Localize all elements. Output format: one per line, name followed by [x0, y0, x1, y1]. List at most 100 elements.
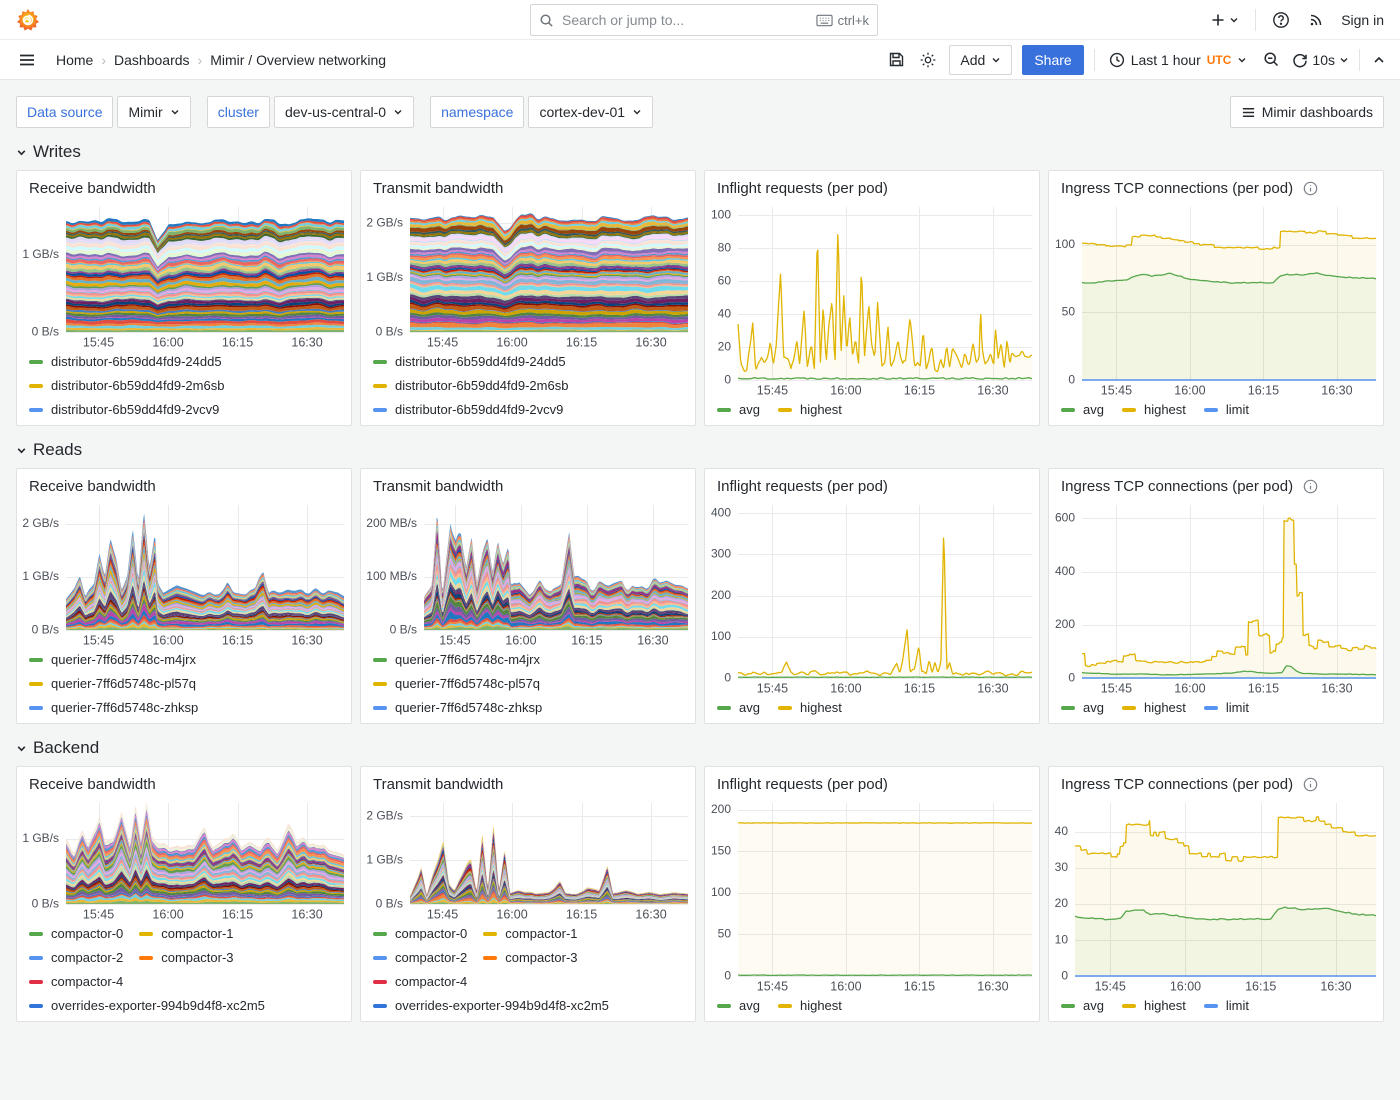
chart-canvas[interactable] — [361, 199, 695, 352]
legend-label: avg — [1083, 998, 1104, 1013]
breadcrumb-dashboards[interactable]: Dashboards — [114, 52, 190, 68]
section-title: Backend — [33, 738, 99, 758]
chart-canvas[interactable] — [361, 795, 695, 924]
cluster-select[interactable]: dev-us-central-0 — [274, 96, 414, 128]
legend-item[interactable]: compactor-2 — [373, 950, 467, 965]
legend: compactor-0 compactor-1 compactor-2 comp… — [17, 924, 351, 1021]
collapse-toolbar-button[interactable] — [1370, 51, 1388, 69]
chevron-down-icon — [170, 107, 180, 117]
panel: Receive bandwidth distributor-6b59dd4fd9… — [16, 170, 352, 426]
legend-item[interactable]: compactor-4 — [373, 974, 467, 989]
panel-title[interactable]: Inflight requests (per pod) — [717, 776, 888, 793]
chart-canvas[interactable] — [705, 497, 1039, 698]
legend-item[interactable]: avg — [1061, 700, 1104, 715]
legend-item[interactable]: querier-7ff6d5748c-m4jrx — [373, 652, 685, 667]
legend-item[interactable]: compactor-1 — [483, 926, 577, 941]
panel-title[interactable]: Ingress TCP connections (per pod) — [1061, 478, 1293, 495]
legend-item[interactable]: querier-7ff6d5748c-pl57q — [373, 676, 685, 691]
grafana-logo[interactable] — [16, 8, 40, 32]
legend-item[interactable]: highest — [778, 998, 842, 1013]
legend-item[interactable]: querier-7ff6d5748c-pl57q — [29, 676, 341, 691]
legend-item[interactable]: overrides-exporter-994b9d4f8-xc2m5 — [373, 998, 609, 1013]
chart-canvas[interactable] — [705, 199, 1039, 400]
news-button[interactable] — [1306, 9, 1327, 30]
zoom-out-button[interactable] — [1261, 49, 1282, 70]
chart-canvas[interactable] — [1049, 795, 1383, 996]
add-button[interactable]: Add — [949, 45, 1012, 75]
panel-title[interactable]: Inflight requests (per pod) — [717, 180, 888, 197]
legend-item[interactable]: distributor-6b59dd4fd9-24dd5 — [373, 354, 685, 369]
legend-item[interactable]: distributor-6b59dd4fd9-2vcv9 — [373, 402, 685, 417]
save-dashboard-button[interactable] — [886, 49, 907, 70]
panel-title[interactable]: Transmit bandwidth — [373, 478, 503, 495]
chart-canvas[interactable] — [17, 497, 351, 650]
legend-item[interactable]: distributor-6b59dd4fd9-2m6sb — [373, 378, 685, 393]
namespace-select[interactable]: cortex-dev-01 — [528, 96, 653, 128]
chart-canvas[interactable] — [1049, 497, 1383, 698]
section-toggle[interactable]: Backend — [16, 738, 1384, 758]
panel-title[interactable]: Ingress TCP connections (per pod) — [1061, 776, 1293, 793]
legend-item[interactable]: compactor-3 — [139, 950, 233, 965]
section-toggle[interactable]: Writes — [16, 142, 1384, 162]
legend-item[interactable]: avg — [717, 998, 760, 1013]
menu-toggle[interactable] — [16, 49, 38, 71]
settings-button[interactable] — [917, 49, 939, 71]
legend-item[interactable]: overrides-exporter-994b9d4f8-xc2m5 — [29, 998, 265, 1013]
legend-item[interactable]: limit — [1204, 700, 1249, 715]
share-button[interactable]: Share — [1022, 45, 1083, 75]
legend-item[interactable]: compactor-0 — [373, 926, 467, 941]
legend-item[interactable]: compactor-3 — [483, 950, 577, 965]
legend-item[interactable]: highest — [1122, 700, 1186, 715]
panel-title[interactable]: Receive bandwidth — [29, 180, 156, 197]
panel-title[interactable]: Receive bandwidth — [29, 776, 156, 793]
panel-title[interactable]: Ingress TCP connections (per pod) — [1061, 180, 1293, 197]
info-icon[interactable] — [1303, 181, 1318, 196]
legend-item[interactable]: distributor-6b59dd4fd9-2vcv9 — [29, 402, 341, 417]
help-button[interactable] — [1270, 9, 1292, 31]
legend-item[interactable]: avg — [717, 402, 760, 417]
new-button[interactable] — [1208, 10, 1241, 30]
chart-canvas[interactable] — [17, 199, 351, 352]
panel-title[interactable]: Transmit bandwidth — [373, 776, 503, 793]
chart-canvas[interactable] — [17, 795, 351, 924]
info-icon[interactable] — [1303, 777, 1318, 792]
legend-item[interactable]: avg — [1061, 402, 1104, 417]
legend-item[interactable]: distributor-6b59dd4fd9-2m6sb — [29, 378, 341, 393]
chart-canvas[interactable] — [1049, 199, 1383, 400]
chevron-down-icon — [16, 743, 27, 754]
time-range-picker[interactable]: Last 1 hour UTC — [1105, 52, 1252, 68]
legend-item[interactable]: querier-7ff6d5748c-m4jrx — [29, 652, 341, 667]
chart-canvas[interactable] — [361, 497, 695, 650]
legend-item[interactable]: avg — [717, 700, 760, 715]
legend-label: distributor-6b59dd4fd9-2vcv9 — [395, 402, 563, 417]
section-toggle[interactable]: Reads — [16, 440, 1384, 460]
sign-in-button[interactable]: Sign in — [1341, 12, 1384, 28]
legend-item[interactable]: highest — [778, 402, 842, 417]
legend-item[interactable]: compactor-1 — [139, 926, 233, 941]
legend-item[interactable]: querier-7ff6d5748c-zhksp — [373, 700, 685, 715]
legend-item[interactable]: querier-7ff6d5748c-zhksp — [29, 700, 341, 715]
chart-canvas[interactable] — [705, 795, 1039, 996]
info-icon[interactable] — [1303, 479, 1318, 494]
legend-item[interactable]: highest — [778, 700, 842, 715]
mimir-dashboards-button[interactable]: Mimir dashboards — [1230, 96, 1384, 128]
legend-item[interactable]: limit — [1204, 998, 1249, 1013]
legend-item[interactable]: compactor-4 — [29, 974, 123, 989]
legend-label: highest — [1144, 998, 1186, 1013]
legend-item[interactable]: distributor-6b59dd4fd9-24dd5 — [29, 354, 341, 369]
panel-title[interactable]: Inflight requests (per pod) — [717, 478, 888, 495]
datasource-select[interactable]: Mimir — [117, 96, 190, 128]
legend-item[interactable]: highest — [1122, 402, 1186, 417]
search-input[interactable] — [562, 12, 808, 28]
breadcrumb-home[interactable]: Home — [56, 52, 93, 68]
panel-title[interactable]: Receive bandwidth — [29, 478, 156, 495]
legend-item[interactable]: highest — [1122, 998, 1186, 1013]
refresh-picker[interactable]: 10s — [1292, 52, 1349, 68]
divider — [1094, 49, 1095, 71]
legend-item[interactable]: limit — [1204, 402, 1249, 417]
search-box[interactable]: ctrl+k — [530, 4, 878, 36]
legend-item[interactable]: compactor-2 — [29, 950, 123, 965]
legend-item[interactable]: avg — [1061, 998, 1104, 1013]
legend-item[interactable]: compactor-0 — [29, 926, 123, 941]
panel-title[interactable]: Transmit bandwidth — [373, 180, 503, 197]
